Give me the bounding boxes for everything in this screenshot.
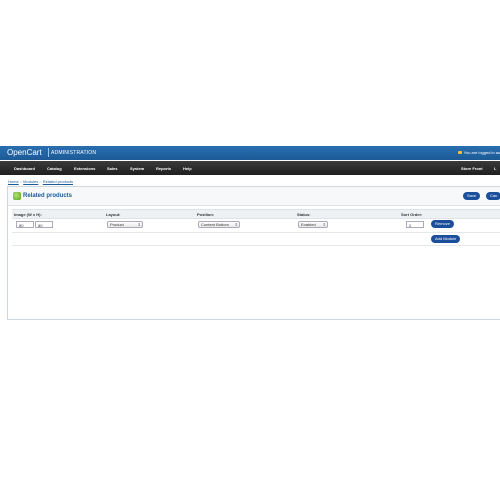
select-arrow-icon: ⇕: [137, 222, 141, 227]
admin-label: ADMINISTRATION: [51, 150, 97, 156]
logged-in-status: You are logged in as: [457, 150, 500, 155]
breadcrumb: Home :: Modules :: Related products: [8, 179, 73, 184]
header-sort-order: Sort Order:: [401, 212, 423, 217]
panel-heading: Related products Save Can: [8, 187, 500, 206]
status-select[interactable]: Enabled ⇕: [298, 221, 328, 228]
add-module-button[interactable]: Add Module: [431, 235, 461, 243]
save-button[interactable]: Save: [463, 192, 481, 200]
header-layout: Layout:: [106, 212, 121, 217]
layout-select[interactable]: Product ⇕: [107, 221, 143, 228]
sort-order-input[interactable]: 2: [406, 221, 424, 228]
menu-sales[interactable]: Sales: [107, 166, 117, 171]
logged-in-text: You are logged in as: [463, 150, 500, 155]
content-panel: Related products Save Can Image (W x H):…: [7, 186, 500, 320]
top-header: OpenCart ADMINISTRATION You are logged i…: [0, 146, 500, 160]
page-title: Related products: [23, 193, 73, 199]
table-footer: Add Module: [12, 233, 500, 246]
breadcrumb-modules[interactable]: Modules: [23, 179, 38, 184]
header-status: Status:: [297, 212, 311, 217]
select-arrow-icon: ⇕: [234, 222, 238, 227]
breadcrumb-separator: ::: [39, 179, 42, 184]
table-row: 80 80 Product ⇕ Content Bottom ⇕ Enabled ⇕ …: [12, 218, 500, 233]
menu-extensions[interactable]: Extensions: [74, 166, 95, 171]
menu-logout[interactable]: L: [494, 166, 496, 171]
breadcrumb-home[interactable]: Home: [8, 179, 19, 184]
menu-catalog[interactable]: Catalog: [47, 166, 62, 171]
select-arrow-icon: ⇕: [322, 222, 326, 227]
main-menu: Dashboard Catalog Extensions Sales Syste…: [0, 161, 500, 175]
lock-icon: [457, 151, 462, 155]
menu-store-front[interactable]: Store Front: [461, 166, 483, 171]
layout-select-value: Product: [110, 222, 124, 227]
image-width-input[interactable]: 80: [16, 221, 34, 228]
menu-dashboard[interactable]: Dashboard: [14, 166, 35, 171]
status-select-value: Enabled: [301, 222, 316, 227]
cancel-button[interactable]: Can: [486, 192, 500, 200]
image-height-input[interactable]: 80: [35, 221, 53, 228]
breadcrumb-current[interactable]: Related products: [43, 179, 73, 184]
menu-help[interactable]: Help: [183, 166, 192, 171]
remove-button[interactable]: Remove: [431, 220, 454, 228]
header-image-size: Image (W x H):: [14, 212, 42, 217]
brand-logo[interactable]: OpenCart: [7, 148, 42, 158]
menu-reports[interactable]: Reports: [156, 166, 171, 171]
menu-system[interactable]: System: [130, 166, 144, 171]
position-select[interactable]: Content Bottom ⇕: [198, 221, 240, 228]
brand-divider: [48, 148, 49, 157]
module-icon: [13, 192, 21, 200]
header-position: Position:: [197, 212, 215, 217]
position-select-value: Content Bottom: [201, 222, 229, 227]
breadcrumb-separator: ::: [19, 179, 23, 184]
